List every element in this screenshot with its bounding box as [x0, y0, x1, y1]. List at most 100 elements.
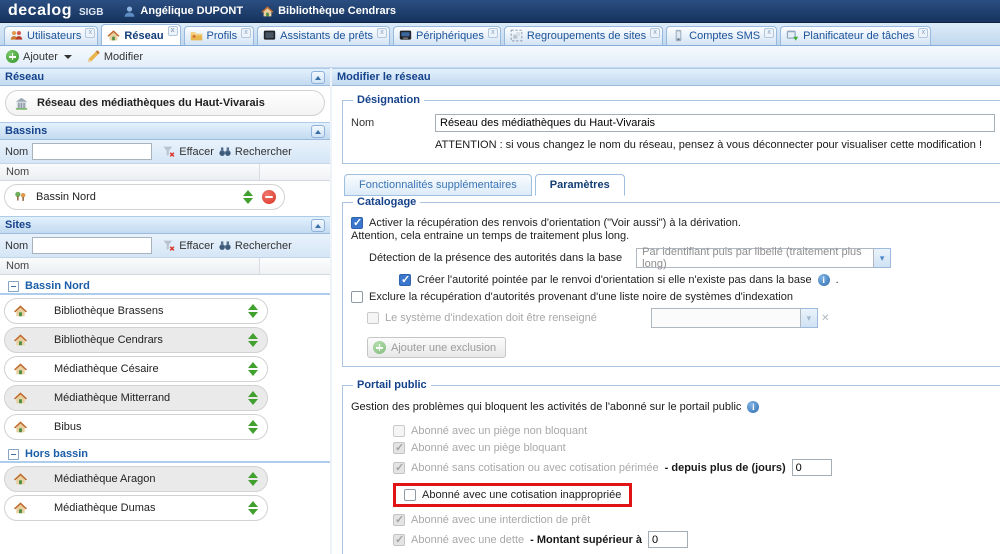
bassins-search-input[interactable]: [32, 143, 152, 160]
folder-icon: [190, 29, 203, 42]
modify-button-label: Modifier: [104, 51, 143, 63]
tab-profils[interactable]: Profils: [184, 26, 255, 45]
tab-planificateur-de-taches[interactable]: Planificateur de tâches: [780, 26, 931, 45]
interdiction-pret-checkbox: [393, 514, 405, 526]
move-row-control[interactable]: [247, 472, 259, 486]
users-icon: [10, 29, 23, 42]
bassins-grid-header[interactable]: Nom: [0, 164, 330, 181]
close-tab-icon[interactable]: [241, 28, 251, 38]
bassin-row[interactable]: Bassin Nord: [4, 184, 285, 210]
tab-reseau[interactable]: Réseau: [101, 24, 180, 45]
current-user-name: Angélique DUPONT: [140, 5, 243, 17]
network-item-label: Réseau des médiathèques du Haut-Vivarais: [37, 97, 316, 109]
exclure-recuperation-checkbox[interactable]: [351, 291, 363, 303]
move-row-control[interactable]: [247, 362, 259, 376]
site-home-icon: [13, 333, 28, 347]
cotisation-perimee-suffix: - depuis plus de (jours): [665, 462, 786, 474]
bassins-panel-header: Bassins: [0, 122, 330, 140]
home-icon: [107, 29, 120, 42]
tab-regroupements-de-sites[interactable]: Regroupements de sites: [504, 26, 663, 45]
left-panel: Réseau Réseau des médiathèques du Haut-V…: [0, 68, 332, 554]
scheduler-icon: [786, 29, 799, 42]
current-site[interactable]: Bibliothèque Cendrars: [261, 5, 396, 18]
network-name-input[interactable]: [435, 114, 995, 132]
site-row[interactable]: Bibliothèque Cendrars: [4, 327, 268, 353]
site-row[interactable]: Médiathèque Césaire: [4, 356, 268, 382]
site-row[interactable]: Bibliothèque Brassens: [4, 298, 268, 324]
cotisation-inappropriee-checkbox[interactable]: [404, 489, 416, 501]
binoculars-icon: [218, 145, 232, 158]
tab-fonctionnalites-supplementaires[interactable]: Fonctionnalités supplémentaires: [344, 174, 532, 196]
current-site-name: Bibliothèque Cendrars: [278, 5, 396, 17]
group-bassin-nord[interactable]: Bassin Nord: [0, 275, 330, 295]
activer-recuperation-checkbox[interactable]: [351, 217, 363, 229]
site-row[interactable]: Médiathèque Aragon: [4, 466, 268, 492]
jours-input[interactable]: [792, 459, 832, 476]
move-row-control[interactable]: [247, 304, 259, 318]
site-row[interactable]: Médiathèque Mitterrand: [4, 385, 268, 411]
clear-search-button[interactable]: Effacer: [162, 145, 214, 158]
move-row-control[interactable]: [242, 190, 254, 204]
montant-input[interactable]: [648, 531, 688, 548]
move-row-control[interactable]: [247, 420, 259, 434]
nom-field-label: Nom: [351, 117, 435, 129]
creer-autorite-suffix: .: [836, 274, 839, 286]
tab-peripheriques[interactable]: Périphériques: [393, 26, 501, 45]
chevron-down-icon[interactable]: [874, 248, 891, 268]
tab-label: Regroupements de sites: [527, 30, 646, 42]
detection-select[interactable]: Par identifiant puis par libellé (traite…: [636, 248, 891, 268]
tree-collapse-icon[interactable]: [8, 449, 19, 460]
site-row[interactable]: Bibus: [4, 414, 268, 440]
close-tab-icon[interactable]: [168, 26, 178, 36]
collapse-panel-icon[interactable]: [311, 71, 325, 84]
clear-search-label: Effacer: [179, 240, 214, 252]
collapse-panel-icon[interactable]: [311, 219, 325, 232]
current-user[interactable]: Angélique DUPONT: [123, 5, 243, 18]
tab-assistants-de-prets[interactable]: Assistants de prêts: [257, 26, 390, 45]
sites-search-input[interactable]: [32, 237, 152, 254]
edit-network-header: Modifier le réseau: [332, 68, 1000, 86]
site-home-icon: [13, 501, 28, 515]
network-item[interactable]: Réseau des médiathèques du Haut-Vivarais: [5, 90, 325, 116]
tree-collapse-icon[interactable]: [8, 281, 19, 292]
detection-selected-value: Par identifiant puis par libellé (traite…: [636, 248, 874, 268]
column-header-empty: [260, 164, 330, 180]
search-button[interactable]: Rechercher: [218, 239, 292, 252]
cotisation-perimee-checkbox: [393, 462, 405, 474]
search-button[interactable]: Rechercher: [218, 145, 292, 158]
tab-parametres[interactable]: Paramètres: [535, 174, 625, 196]
clear-filter-icon: [162, 145, 176, 158]
move-row-control[interactable]: [247, 333, 259, 347]
dette-label: Abonné avec une dette: [411, 534, 524, 546]
close-tab-icon[interactable]: [650, 28, 660, 38]
move-row-control[interactable]: [247, 391, 259, 405]
tab-comptes-sms[interactable]: Comptes SMS: [666, 26, 777, 45]
modify-button[interactable]: Modifier: [86, 50, 143, 64]
clear-selection-icon: [818, 308, 833, 328]
tab-utilisateurs[interactable]: Utilisateurs: [4, 26, 98, 45]
close-tab-icon[interactable]: [764, 28, 774, 38]
clear-search-button[interactable]: Effacer: [162, 239, 214, 252]
column-header-nom[interactable]: Nom: [0, 258, 260, 274]
site-row[interactable]: Médiathèque Dumas: [4, 495, 268, 521]
activer-recuperation-label: Activer la récupération des renvois d'or…: [369, 217, 741, 229]
move-row-control[interactable]: [247, 501, 259, 515]
close-tab-icon[interactable]: [377, 28, 387, 38]
remove-bassin-icon[interactable]: [262, 190, 276, 204]
close-tab-icon[interactable]: [918, 28, 928, 38]
group-hors-bassin[interactable]: Hors bassin: [0, 443, 330, 463]
add-button[interactable]: Ajouter: [6, 50, 72, 63]
close-tab-icon[interactable]: [488, 28, 498, 38]
creer-autorite-checkbox[interactable]: [399, 274, 411, 286]
action-toolbar: Ajouter Modifier: [0, 46, 1000, 68]
site-row-label: Médiathèque Aragon: [54, 473, 239, 485]
dette-suffix: - Montant supérieur à: [530, 534, 642, 546]
pencil-icon: [86, 50, 100, 64]
edit-network-panel: Modifier le réseau Désignation Nom ATTEN…: [332, 68, 1000, 554]
bassins-search-row: Nom Effacer Rechercher: [0, 140, 330, 164]
close-tab-icon[interactable]: [85, 28, 95, 38]
sites-grid-header[interactable]: Nom: [0, 258, 330, 275]
column-header-nom[interactable]: Nom: [0, 164, 260, 180]
collapse-panel-icon[interactable]: [311, 125, 325, 138]
piege-non-bloquant-label: Abonné avec un piège non bloquant: [411, 425, 587, 437]
